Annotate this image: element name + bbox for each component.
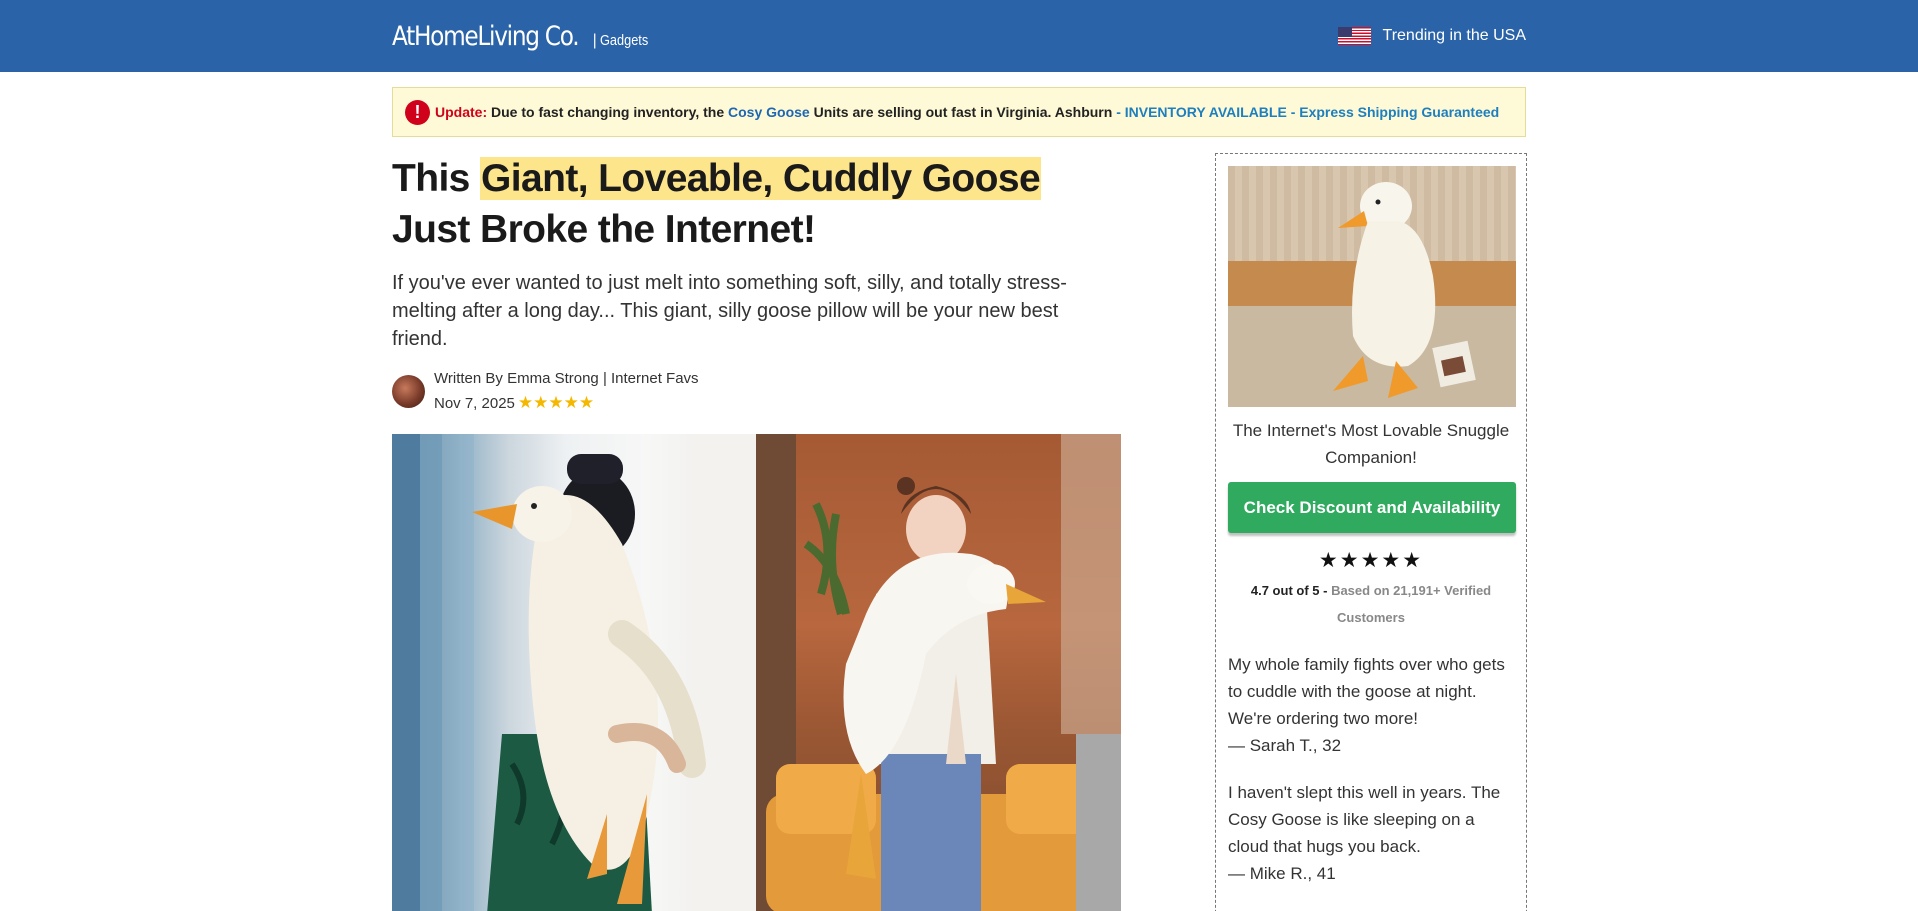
sidebar-rating-stars: ★★★★★ <box>1318 549 1424 572</box>
hero-photo-right <box>756 434 1121 911</box>
rating-muted: Based on 21,191+ Verified Customers <box>1331 583 1492 625</box>
headline-highlight: Giant, Loveable, Cuddly Goose <box>480 157 1042 200</box>
trending-badge: Trending in the USA <box>1337 27 1526 45</box>
product-caption: The Internet's Most Lovable Snuggle Comp… <box>1232 421 1510 467</box>
product-sidebar: The Internet's Most Lovable Snuggle Comp… <box>1215 153 1527 911</box>
rating-summary: 4.7 out of 5 - Based on 21,191+ Verified… <box>1228 577 1514 631</box>
us-flag-icon <box>1337 27 1371 45</box>
author-avatar <box>392 375 425 408</box>
review-text: My whole family fights over who gets to … <box>1228 655 1505 728</box>
main-content: This Giant, Loveable, Cuddly Goose Just … <box>392 137 1527 911</box>
headline-post: Just Broke the Internet! <box>392 208 816 251</box>
trending-text: Trending in the USA <box>1382 27 1526 44</box>
hero-photo-left <box>392 434 756 911</box>
article-date: Nov 7, 2025 <box>434 395 515 412</box>
check-discount-button[interactable]: Check Discount and Availability <box>1228 482 1516 533</box>
headline-pre: This <box>392 157 470 200</box>
byline-text: Written By Emma Strong | Internet Favs N… <box>434 367 699 416</box>
brand-logo[interactable]: AtHomeLiving Co. | Gadgets <box>392 21 657 52</box>
review-text: I haven't slept this well in years. The … <box>1228 783 1501 856</box>
article-subhead: If you've ever wanted to just melt into … <box>392 272 1067 350</box>
alert-product-link[interactable]: Cosy Goose <box>728 104 810 120</box>
review-author: — Mike R., 41 <box>1228 864 1336 883</box>
alert-status: - INVENTORY AVAILABLE - Express Shipping… <box>1116 104 1500 120</box>
rating-strong: 4.7 out of 5 - <box>1250 583 1328 598</box>
alert-text-1: Due to fast changing inventory, the <box>491 104 725 120</box>
top-header: AtHomeLiving Co. | Gadgets Trending in t… <box>0 0 1918 72</box>
author-line: Written By Emma Strong | Internet Favs <box>434 370 699 387</box>
review-item: I haven't slept this well in years. The … <box>1228 779 1514 887</box>
alert-label: Update: <box>435 104 488 120</box>
review-item: My whole family fights over who gets to … <box>1228 651 1514 759</box>
inventory-alert: ! Update: Due to fast changing inventory… <box>392 87 1526 137</box>
alert-text-2: Units are selling out fast in Virginia. … <box>813 104 1113 120</box>
brand-name: AtHomeLiving Co. <box>392 20 580 52</box>
hero-image <box>392 434 1121 911</box>
product-image[interactable] <box>1228 166 1516 407</box>
review-author: — Sarah T., 32 <box>1228 736 1342 755</box>
exclamation-icon: ! <box>405 99 430 125</box>
article: This Giant, Loveable, Cuddly Goose Just … <box>392 153 1122 911</box>
article-headline: This Giant, Loveable, Cuddly Goose Just … <box>392 153 1092 255</box>
rating-stars: ★★★★★ <box>517 393 595 412</box>
byline: Written By Emma Strong | Internet Favs N… <box>392 367 1122 416</box>
brand-separator: | <box>592 31 597 49</box>
brand-tag: Gadgets <box>599 31 649 49</box>
